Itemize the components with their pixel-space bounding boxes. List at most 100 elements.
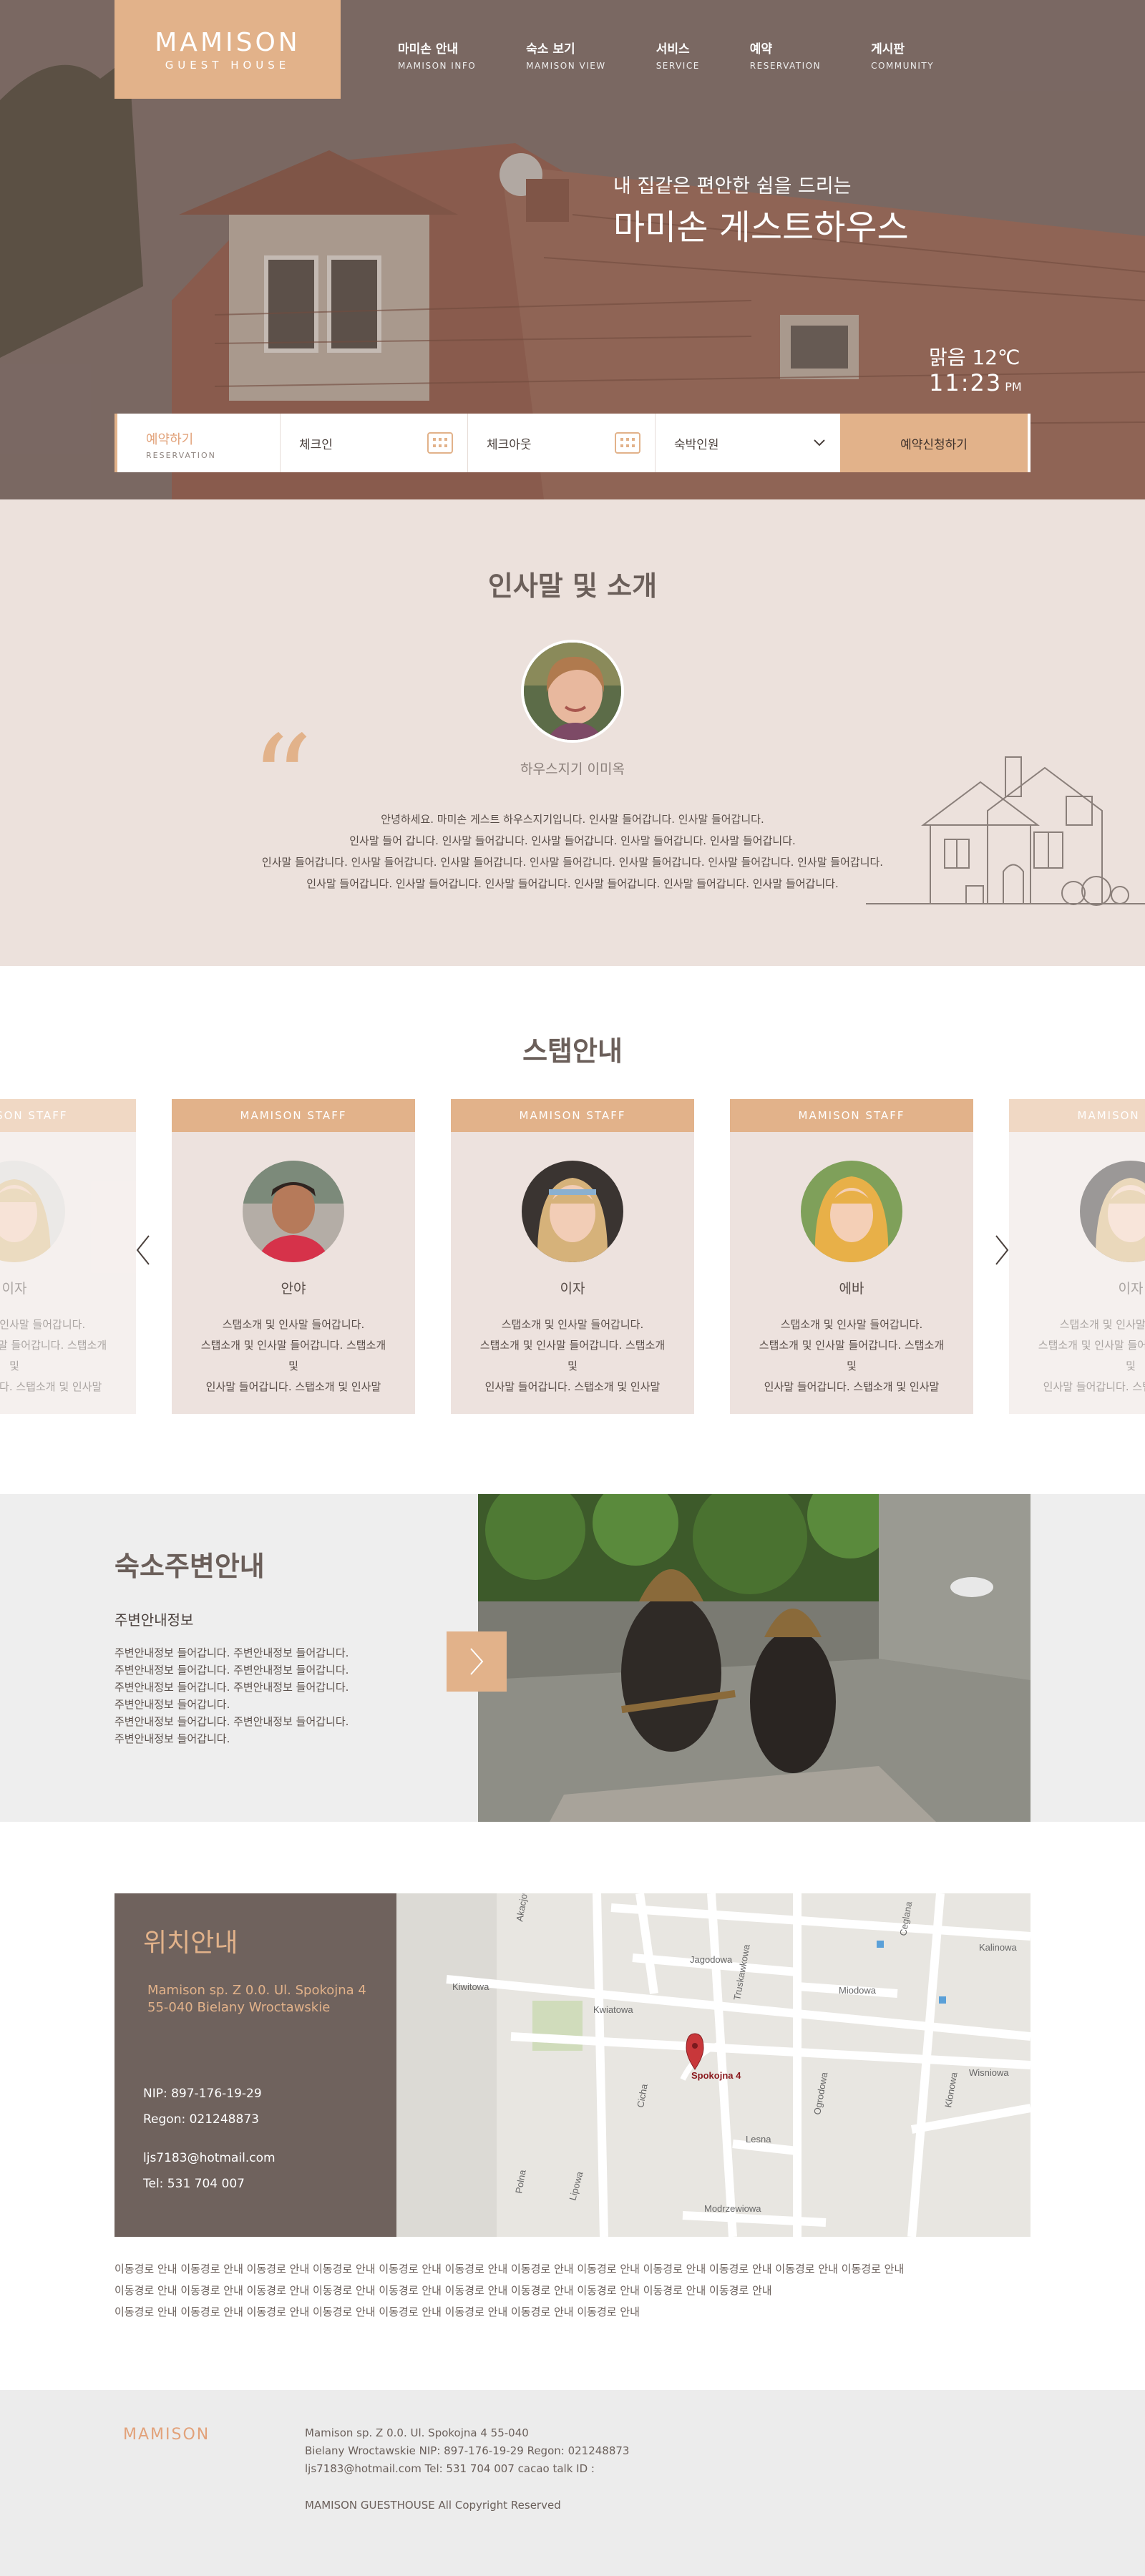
staff-photo [0,1161,65,1262]
staff-title: 스탭안내 [522,1035,623,1067]
staff-desc-line: 스탭소개 및 인사말 들어갑니다. 스탭소개 및 [0,1339,107,1372]
around-line: 주변안내정보 들어갑니다. 주변안내정보 들어갑니다. [114,1646,349,1659]
staff-desc-line: 스탭소개 및 인사말 들어갑니다. 스탭소개 및 [200,1339,386,1372]
staff-next-button[interactable] [991,1232,1013,1268]
staff-photo [522,1161,623,1262]
staff-description: 스탭소개 및 인사말 들어갑니다. 스탭소개 및 인사말 들어갑니다. 스탭소개… [0,1314,110,1397]
staff-card-header: MAMISON STAFF [0,1099,136,1132]
nav-sublabel: MAMISON VIEW [526,61,606,71]
directions-line: 이동경로 안내 이동경로 안내 이동경로 안내 이동경로 안내 이동경로 안내 … [114,2306,640,2318]
checkin-placeholder: 체크인 [299,437,333,452]
weather-readout: 맑음 12℃ [929,346,1020,369]
booking-label: 예약하기 RESERVATION [114,414,281,472]
chevron-down-icon [814,439,825,447]
checkout-placeholder: 체크아웃 [487,437,532,452]
logo[interactable]: MAMISON GUEST HOUSE [114,0,341,99]
staff-desc-line: 인사말 들어갑니다. 스탭소개 및 인사말 [484,1380,661,1393]
nip: NIP: 897-176-19-29 [143,2087,262,2101]
footer-line: Mamison sp. Z 0.0. Ul. Spokojna 4 55-040 [305,2426,529,2439]
nav-item-service[interactable]: 서비스 SERVICE [656,39,700,71]
footer-info: Mamison sp. Z 0.0. Ul. Spokojna 4 55-040… [305,2424,629,2478]
checkout-field[interactable]: 체크아웃 [468,414,656,472]
nav-sublabel: SERVICE [656,61,700,71]
staff-desc-line: 스탭소개 및 인사말 들어갑니다. [1059,1318,1145,1331]
map-marker-label: Spokojna 4 [691,2070,741,2081]
checkin-field[interactable]: 체크인 [281,414,468,472]
around-section: 숙소주변안내 주변안내정보 주변안내정보 들어갑니다. 주변안내정보 들어갑니다… [0,1494,1145,1822]
staff-card[interactable]: MAMISON STAFF 에바 스탭소개 및 인사말 들어갑니다. 스탭소개 … [730,1099,973,1414]
email-link[interactable]: ljs7183@hotmail.com [143,2145,276,2171]
footer-line: Bielany Wroctawskie NIP: 897-176-19-29 R… [305,2444,630,2457]
calendar-icon [427,432,453,454]
greeting-line: 인사말 들어갑니다. 인사말 들어갑니다. 인사말 들어갑니다. 인사말 들어갑… [261,856,884,869]
around-title: 숙소주변안내 [114,1551,265,1582]
nav-label: 서비스 [656,42,690,57]
location-panel: 위치안내 Mamison sp. Z 0.0. Ul. Spokojna 4 5… [114,1893,396,2237]
nav-item-reservation[interactable]: 예약 RESERVATION [750,39,821,71]
booking-label-ko: 예약하기 [146,432,194,447]
around-line: 주변안내정보 들어갑니다. [114,1698,230,1711]
staff-name: 안야 [281,1281,306,1297]
around-text: 주변안내정보 들어갑니다. 주변안내정보 들어갑니다. 주변안내정보 들어갑니다… [114,1644,401,1747]
staff-prev-button[interactable] [132,1232,154,1268]
staff-desc-line: 인사말 들어갑니다. 스탭소개 및 인사말 [0,1380,102,1393]
booking-label-en: RESERVATION [146,451,216,460]
address-line: 55-040 Bielany Wroctawskie [147,2000,331,2015]
staff-desc-line: 인사말 들어갑니다. 스탭소개 및 인사말 [205,1380,381,1393]
house-illustration [866,756,1145,906]
staff-section: 스탭안내 MAMISON STAFF 이자 스탭소개 및 인사말 들어갑니다. … [0,966,1145,1494]
nav-label: 게시판 [871,42,905,57]
staff-description: 스탭소개 및 인사말 들어갑니다. 스탭소개 및 인사말 들어갑니다. 스탭소개… [477,1314,668,1397]
guests-select[interactable]: 숙박인원 [656,414,840,472]
staff-card[interactable]: MAMISON STAFF 이자 스탭소개 및 인사말 들어갑니다. 스탭소개 … [0,1099,136,1414]
nav-item-community[interactable]: 게시판 COMMUNITY [871,39,934,71]
hero-title: 마미손 게스트하우스 [613,208,909,248]
staff-card-header: MAMISON STAFF [451,1099,694,1132]
staff-card-header: MAMISON STAFF [730,1099,973,1132]
map-street-label: Kwiatowa [593,2004,633,2015]
around-photo [478,1494,1030,1822]
staff-desc-line: 스탭소개 및 인사말 들어갑니다. 스탭소개 및 [479,1339,666,1372]
staff-photo [1080,1161,1145,1262]
footer-copyright: MAMISON GUESTHOUSE All Copyright Reserve… [305,2499,561,2512]
time-ampm: PM [1005,380,1022,394]
greeting-title: 인사말 및 소개 [487,570,658,602]
arrow-right-icon [995,1235,1009,1265]
logo-text: MAMISON [155,27,301,57]
staff-card[interactable]: MAMISON STAFF 안야 스탭소개 및 인사말 들어갑니다. 스탭소개 … [172,1099,415,1414]
nav-label: 숙소 보기 [526,42,575,57]
footer-logo: MAMISON [123,2426,210,2444]
directions-text: 이동경로 안내 이동경로 안내 이동경로 안내 이동경로 안내 이동경로 안내 … [114,2258,1030,2323]
around-line: 주변안내정보 들어갑니다. 주변안내정보 들어갑니다. [114,1681,349,1694]
location-map[interactable]: Kiwitowa Kalinowa Jagodowa Truskawkowa M… [396,1893,1030,2237]
staff-description: 스탭소개 및 인사말 들어갑니다. 스탭소개 및 인사말 들어갑니다. 스탭소개… [1035,1314,1145,1397]
map-street-label: Lesna [746,2134,771,2145]
staff-name: 이자 [1118,1281,1144,1297]
staff-card[interactable]: MAMISON STAFF 이자 스탭소개 및 인사말 들어갑니다. 스탭소개 … [451,1099,694,1414]
arrow-right-icon [470,1648,484,1675]
staff-name: 에바 [839,1281,864,1297]
staff-card-header: MAMISON STAFF [172,1099,415,1132]
map-street-label: Miodowa [839,1985,877,1996]
time-value: 11:23 [929,369,1003,396]
map-street-label: Jagodowa [690,1954,733,1965]
time-readout: 11:23 PM [929,369,1022,396]
nav-label: 예약 [749,42,773,57]
greeting-section: 인사말 및 소개 “ 하우스지기 이미옥 안녕하세요. 마미손 게스트 하우스지… [0,499,1145,966]
address-line: Mamison sp. Z 0.0. Ul. Spokojna 4 [147,1983,366,1998]
location-contact: NIP: 897-176-19-29 Regon: 021248873 ljs7… [143,2081,276,2197]
main-nav: 마미손 안내 MAMISON INFO 숙소 보기 MAMISON VIEW 서… [398,39,984,71]
staff-desc-line: 스탭소개 및 인사말 들어갑니다. [780,1318,923,1331]
nav-item-info[interactable]: 마미손 안내 MAMISON INFO [398,39,476,71]
hero-section: MAMISON GUEST HOUSE 마미손 안내 MAMISON INFO … [0,0,1145,499]
staff-card[interactable]: MAMISON STAFF 이자 스탭소개 및 인사말 들어갑니다. 스탭소개 … [1009,1099,1145,1414]
staff-description: 스탭소개 및 인사말 들어갑니다. 스탭소개 및 인사말 들어갑니다. 스탭소개… [198,1314,389,1397]
footer: MAMISON Mamison sp. Z 0.0. Ul. Spokojna … [0,2390,1145,2576]
nav-sublabel: RESERVATION [749,61,822,71]
around-next-button[interactable] [447,1631,507,1692]
nav-item-view[interactable]: 숙소 보기 MAMISON VIEW [526,39,606,71]
calendar-icon [615,432,640,454]
reserve-button[interactable]: 예약신청하기 [840,414,1028,472]
map-street-label: Modrzewiowa [704,2203,761,2214]
staff-desc-line: 인사말 들어갑니다. 스탭소개 및 인사말 [1043,1380,1145,1393]
